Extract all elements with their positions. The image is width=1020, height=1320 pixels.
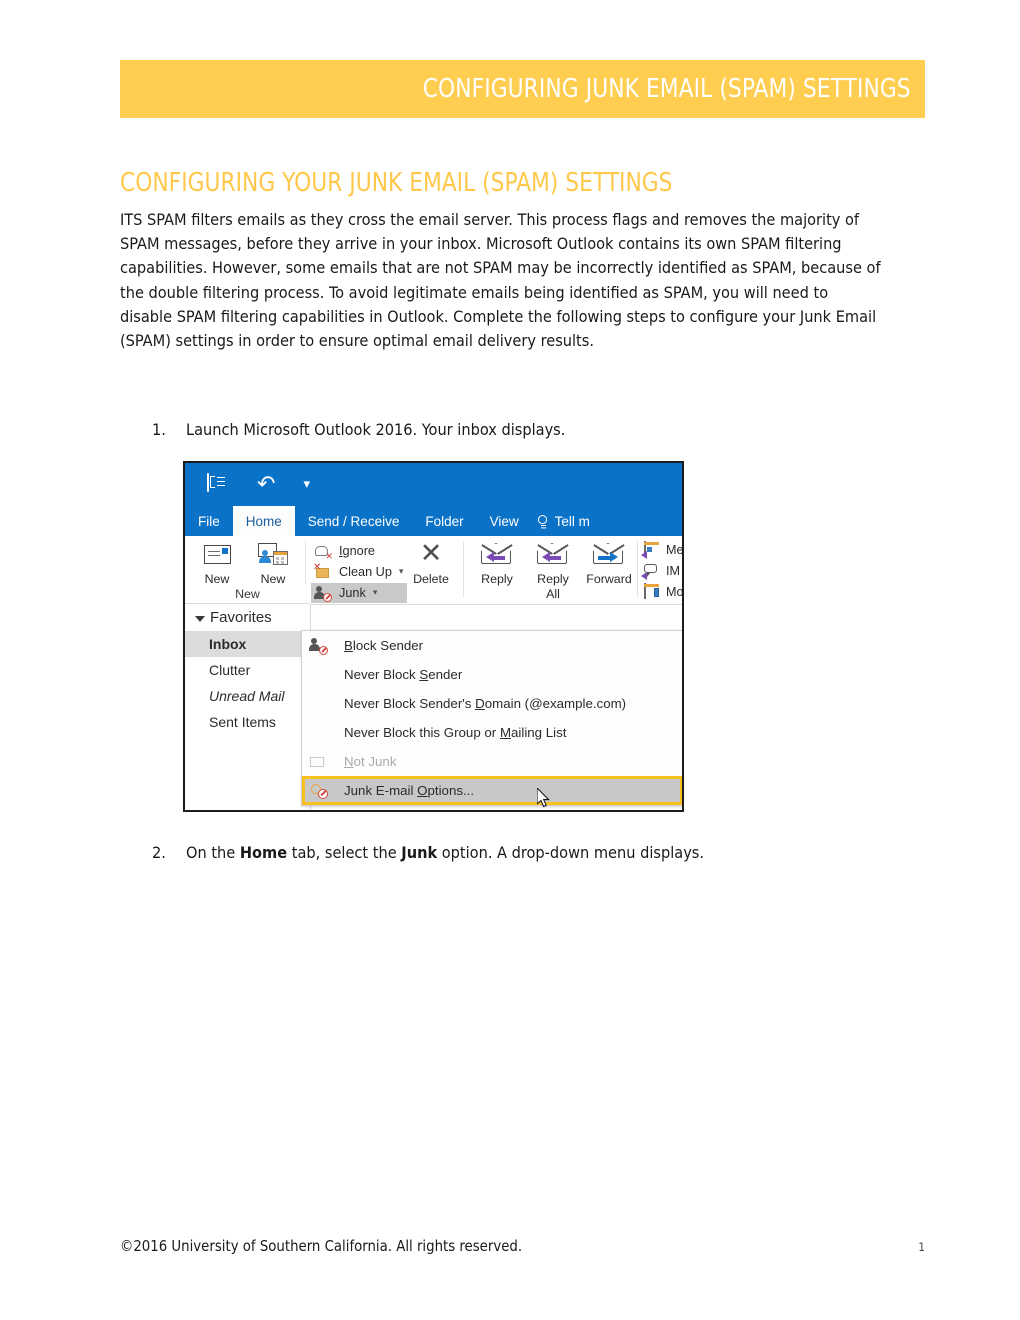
- new-email-icon: [189, 539, 245, 569]
- more-label: Mo: [666, 584, 684, 599]
- more-button[interactable]: Mo: [644, 583, 684, 599]
- im-icon: [641, 563, 660, 580]
- meeting-label: Me: [666, 542, 684, 557]
- forward-envelope-icon: [581, 539, 637, 569]
- delete-x-icon: ✕: [419, 538, 443, 569]
- im-label: IM: [666, 563, 680, 578]
- menu-item-never-block-senders-domain[interactable]: Never Block Sender's Domain (@example.co…: [302, 689, 682, 718]
- step-item-1: 1. Launch Microsoft Outlook 2016. Your i…: [152, 418, 565, 442]
- tab-folder[interactable]: Folder: [412, 506, 476, 536]
- ignore-label: Ignore: [339, 544, 375, 558]
- undo-icon[interactable]: ↶: [257, 473, 275, 496]
- outlook-logo-icon: [207, 472, 229, 496]
- folder-item-inbox[interactable]: Inbox: [185, 631, 310, 657]
- step-text: On the Home tab, select the Junk option.…: [186, 843, 705, 862]
- reply-all-button[interactable]: Reply All: [525, 539, 581, 601]
- page-number: 1: [918, 1240, 925, 1254]
- menu-item-never-block-group-or-mailing-list[interactable]: Never Block this Group or Mailing List: [302, 718, 682, 747]
- menu-item-label: Not Junk: [344, 754, 397, 769]
- intro-paragraph: ITS SPAM filters emails as they cross th…: [120, 210, 881, 351]
- menu-item-label: Block Sender: [344, 638, 424, 653]
- tab-view[interactable]: View: [477, 506, 532, 536]
- not-junk-icon: [310, 754, 328, 770]
- reply-envelope-icon: [469, 539, 525, 569]
- ribbon-tabs: File Home Send / Receive Folder View Tel…: [185, 506, 682, 536]
- junk-icon: [314, 585, 332, 602]
- step-text: Launch Microsoft Outlook 2016. Your inbo…: [186, 420, 566, 439]
- junk-dropdown-menu: Block Sender Never Block Sender Never Bl…: [301, 630, 682, 806]
- quick-access-toolbar: ↶ ▾: [185, 463, 682, 506]
- menu-icon-placeholder: [310, 667, 328, 683]
- delete-label: Delete: [413, 572, 449, 586]
- reply-all-envelope-icon: [525, 539, 581, 569]
- favorites-header[interactable]: Favorites: [185, 604, 310, 631]
- reply-label: Reply: [481, 572, 513, 586]
- copyright-text: ©2016 University of Southern California.…: [120, 1238, 523, 1255]
- favorites-label: Favorites: [210, 609, 272, 626]
- junk-label: Junk: [339, 586, 366, 600]
- menu-icon-placeholder: [310, 696, 328, 712]
- tell-me-box[interactable]: Tell m: [532, 506, 590, 536]
- page-banner: CONFIGURING JUNK EMAIL (SPAM) SETTINGS: [120, 60, 925, 118]
- forward-button[interactable]: Forward: [581, 539, 637, 587]
- more-icon: [644, 583, 660, 599]
- menu-item-never-block-sender[interactable]: Never Block Sender: [302, 660, 682, 689]
- outlook-screenshot: ↶ ▾ File Home Send / Receive Folder View…: [183, 461, 684, 812]
- mouse-pointer-icon: [537, 788, 550, 808]
- delete-button[interactable]: ✕ Delete: [403, 539, 459, 587]
- menu-item-label: Junk E-mail Options...: [344, 783, 475, 798]
- tab-file[interactable]: File: [185, 506, 233, 536]
- clean-up-icon: [313, 563, 332, 580]
- ignore-icon: [315, 544, 333, 562]
- page-title: CONFIGURING YOUR JUNK EMAIL (SPAM) SETTI…: [120, 168, 673, 198]
- clean-up-label: Clean Up: [339, 565, 392, 579]
- forward-label: Forward: [586, 572, 632, 586]
- group-divider: [637, 541, 638, 597]
- menu-item-not-junk: Not Junk: [302, 747, 682, 776]
- step-number: 1.: [152, 420, 166, 439]
- step-number: 2.: [152, 843, 166, 862]
- customize-quick-access-caret-icon[interactable]: ▾: [303, 474, 310, 496]
- chevron-down-icon: ▾: [372, 588, 378, 598]
- im-button[interactable]: IM: [641, 563, 680, 580]
- meeting-button[interactable]: Me: [641, 541, 684, 559]
- folder-item-unread-mail[interactable]: Unread Mail: [185, 683, 310, 709]
- menu-item-label: Never Block Sender's Domain (@example.co…: [344, 696, 627, 711]
- new-items-icon: [245, 539, 301, 569]
- navigation-pane: New Favorites Inbox Clutter Unread Mail …: [185, 584, 311, 810]
- tab-send-receive[interactable]: Send / Receive: [295, 506, 413, 536]
- block-sender-icon: [309, 637, 328, 655]
- clean-up-button[interactable]: Clean Up ▾: [311, 562, 409, 582]
- menu-icon-placeholder: [310, 725, 328, 741]
- lightbulb-icon: [537, 514, 549, 528]
- step-item-2: 2. On the Home tab, select the Junk opti…: [152, 841, 704, 865]
- ignore-button[interactable]: Ignore: [311, 541, 381, 562]
- tab-home[interactable]: Home: [232, 506, 295, 536]
- page-footer: ©2016 University of Southern California.…: [120, 1238, 925, 1255]
- junk-button[interactable]: Junk ▾: [311, 583, 407, 603]
- junk-email-options-icon: [310, 783, 328, 799]
- folder-item-sent-items[interactable]: Sent Items: [185, 709, 310, 735]
- banner-title: CONFIGURING JUNK EMAIL (SPAM) SETTINGS: [423, 74, 911, 104]
- menu-item-block-sender[interactable]: Block Sender: [302, 631, 682, 660]
- tell-me-label: Tell m: [554, 513, 590, 529]
- new-group-label: New: [185, 584, 310, 604]
- reply-all-label-line2: All: [546, 586, 560, 601]
- menu-item-label: Never Block Sender: [344, 667, 463, 682]
- collapse-triangle-icon[interactable]: [195, 615, 205, 622]
- menu-item-label: Never Block this Group or Mailing List: [344, 725, 567, 740]
- document-body: CONFIGURING YOUR JUNK EMAIL (SPAM) SETTI…: [120, 168, 881, 353]
- reply-button[interactable]: Reply: [469, 539, 525, 587]
- meeting-icon: [641, 541, 660, 559]
- group-divider: [463, 541, 464, 597]
- menu-item-junk-email-options[interactable]: Junk E-mail Options...: [302, 776, 682, 805]
- folder-item-clutter[interactable]: Clutter: [185, 657, 310, 683]
- reply-all-label-line1: Reply: [537, 572, 569, 586]
